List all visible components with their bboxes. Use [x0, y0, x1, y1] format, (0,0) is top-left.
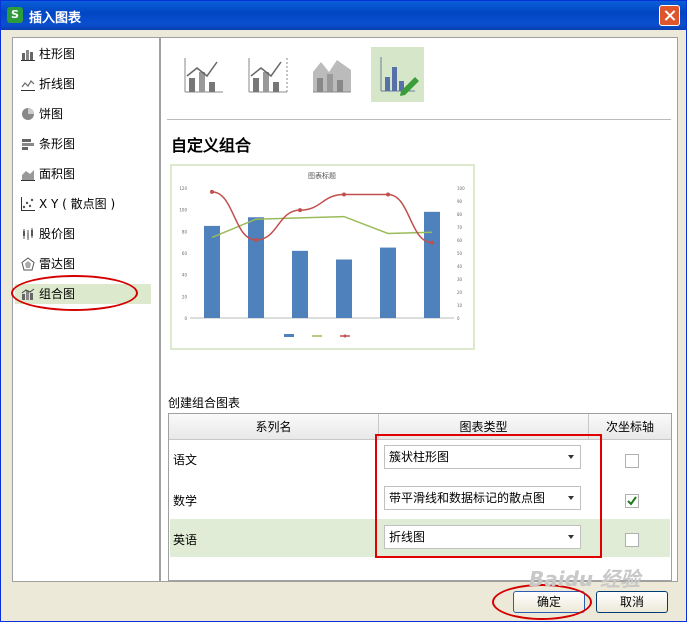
y-tick-label: 40 [182, 273, 188, 278]
nav-label: 面积图 [39, 167, 76, 181]
pie-chart-icon [22, 108, 34, 120]
nav-item-stock[interactable]: 股价图 [15, 224, 151, 244]
watermark: Baidu 经验 [529, 567, 641, 591]
row-name-2: 英语 [173, 533, 198, 547]
cancel-button[interactable]: 取消 [596, 591, 668, 613]
nav-item-bar[interactable]: 条形图 [15, 134, 151, 154]
nav-item-area[interactable]: 面积图 [15, 164, 151, 184]
nav-label: 饼图 [39, 107, 64, 121]
bar [248, 217, 264, 318]
radar-chart-icon [21, 257, 35, 271]
scatter-chart-icon [21, 197, 35, 211]
nav-label: X Y ( 散点图 ) [39, 197, 116, 211]
legend-swatch [284, 334, 294, 337]
y2-tick-label: 20 [457, 290, 463, 295]
line-chart-icon [21, 80, 35, 91]
area-chart-icon [21, 170, 35, 181]
checkmark-icon [627, 496, 637, 506]
column-chart-icon [21, 50, 35, 61]
close-button[interactable] [659, 5, 680, 26]
create-combo-label: 创建组合图表 [168, 396, 241, 410]
secondary-axis-checkbox-2[interactable] [625, 533, 639, 547]
y2-tick-label: 70 [457, 225, 463, 230]
y-tick-label: 120 [179, 186, 187, 191]
y2-tick-label: 0 [457, 316, 460, 321]
combo-subtype-2-icon[interactable] [243, 48, 293, 100]
chart-title: 图表标题 [308, 171, 336, 180]
nav-item-radar[interactable]: 雷达图 [15, 254, 151, 274]
custom-combo-icon [380, 57, 419, 96]
secondary-axis-checkbox-1[interactable] [625, 494, 639, 508]
y-tick-label: 20 [182, 294, 188, 299]
y2-tick-label: 90 [457, 199, 463, 204]
bar [292, 250, 308, 318]
row-name-1: 数学 [173, 494, 198, 508]
combo-subtype-1-icon[interactable] [179, 48, 229, 100]
combo-subtype-3-icon[interactable] [307, 48, 357, 100]
y2-tick-label: 80 [457, 212, 463, 217]
nav-label: 柱形图 [39, 47, 76, 61]
preview-chart: 图表标题 0 20 40 60 80 100 120 0 10 20 30 40 50 60 70 80 90 1… [179, 171, 465, 338]
y2-tick-label: 30 [457, 277, 463, 282]
bar [336, 259, 352, 318]
data-point [298, 208, 302, 213]
legend-swatch [343, 334, 347, 338]
nav-label: 股价图 [39, 227, 76, 241]
nav-label: 折线图 [39, 77, 76, 91]
divider [167, 119, 671, 120]
bar [204, 225, 220, 318]
annotation-box [375, 434, 602, 558]
bar [380, 247, 396, 318]
data-point [254, 238, 258, 242]
y2-tick-label: 60 [457, 238, 463, 243]
y-tick-label: 100 [179, 208, 187, 213]
insert-chart-dialog: S 插入图表 柱形图 折线图 饼图 条形图 面积图 X Y ( 散点图 ) 股价… [0, 0, 687, 622]
chart-preview: 图表标题 0 20 40 60 80 100 120 0 10 20 30 40 50 60 70 80 90 1… [170, 164, 475, 350]
combo-title: 自定义组合 [171, 136, 252, 155]
nav-label: 雷达图 [39, 257, 76, 271]
data-point [210, 189, 214, 194]
data-point [386, 192, 390, 197]
y2-tick-label: 50 [457, 251, 463, 256]
nav-label: 条形图 [39, 137, 76, 151]
annotation-ellipse-nav [11, 275, 138, 311]
bar-chart-icon [22, 139, 34, 150]
y-tick-label: 80 [182, 229, 188, 234]
nav-item-line[interactable]: 折线图 [15, 74, 151, 94]
nav-item-column[interactable]: 柱形图 [15, 44, 151, 64]
y2-tick-label: 10 [457, 303, 463, 308]
stock-chart-icon [23, 228, 33, 240]
nav-item-pie[interactable]: 饼图 [15, 104, 151, 124]
header-series-name: 系列名 [169, 414, 379, 440]
row-name-0: 语文 [173, 453, 198, 467]
y-tick-label: 0 [184, 316, 187, 321]
nav-item-scatter[interactable]: X Y ( 散点图 ) [15, 194, 151, 214]
data-point [342, 192, 346, 197]
custom-combo-button[interactable] [371, 47, 424, 102]
data-point [430, 240, 434, 245]
y2-tick-label: 40 [457, 264, 463, 269]
dialog-title: 插入图表 [29, 11, 82, 26]
secondary-axis-checkbox-0[interactable] [625, 454, 639, 468]
y2-tick-label: 100 [457, 186, 465, 191]
app-icon: S [7, 7, 23, 23]
bar [424, 211, 440, 318]
y-tick-label: 60 [182, 251, 188, 256]
title-bar[interactable]: S 插入图表 [1, 1, 686, 30]
